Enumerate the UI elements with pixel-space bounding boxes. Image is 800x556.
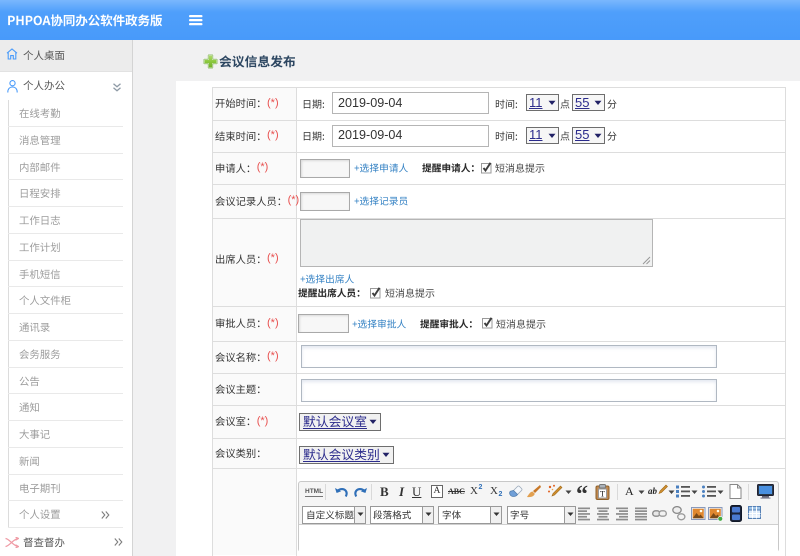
svg-text:T: T (600, 489, 606, 499)
